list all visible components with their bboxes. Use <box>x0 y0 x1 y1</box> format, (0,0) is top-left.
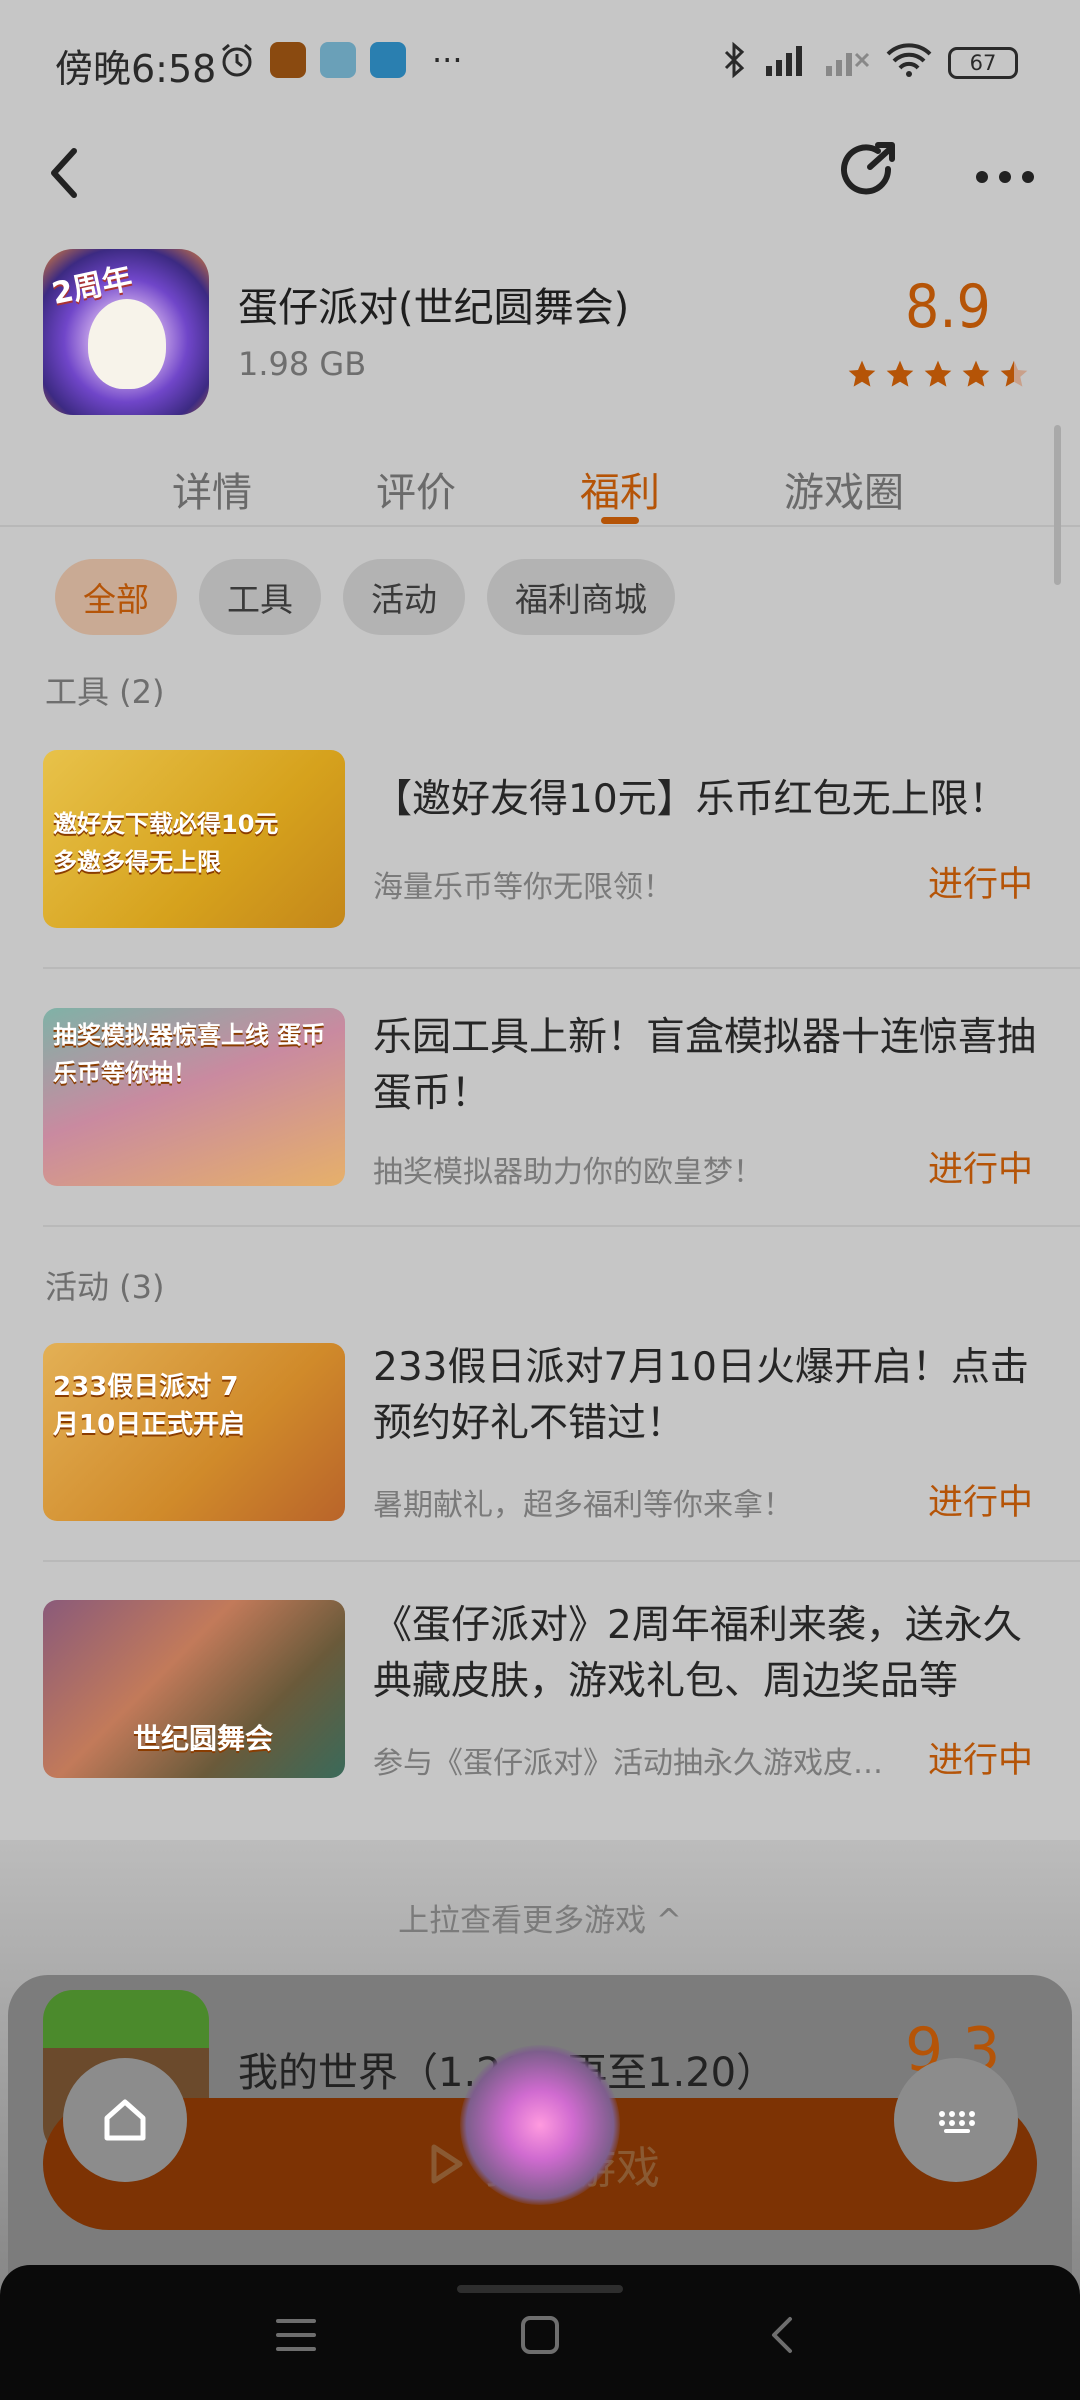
item-thumbnail: 世纪圆舞会 <box>43 1600 345 1778</box>
item-subtitle: 抽奖模拟器助力你的欧皇梦！ <box>373 1155 763 1190</box>
thumbnail-text: 世纪圆舞会 <box>133 1722 274 1755</box>
item-thumbnail: 邀好友下载必得10元 多邀多得无上限 <box>43 750 345 928</box>
chevron-left-icon <box>772 2317 792 2353</box>
cellular-signal-2-icon <box>822 40 872 80</box>
tab-game-circle[interactable]: 游戏圈 <box>784 460 904 518</box>
more-notifications-icon: ··· <box>432 41 463 79</box>
item-title: 【邀好友得10元】乐币红包无上限！ <box>373 777 1008 822</box>
rating-stars <box>846 358 1030 390</box>
list-item[interactable]: 邀好友下载必得10元 多邀多得无上限 【邀好友得10元】乐币红包无上限！ 海量乐… <box>0 740 1080 980</box>
chevron-left-icon <box>51 148 77 198</box>
app-score: 8.9 <box>905 272 991 342</box>
wifi-icon <box>884 40 934 80</box>
filter-benefit-mall[interactable]: 福利商城 <box>487 559 675 635</box>
list-item[interactable]: 世纪圆舞会 《蛋仔派对》2周年福利来袭，送永久典藏皮肤，游戏礼包、周边奖品等 参… <box>0 1590 1080 1830</box>
app-title: 蛋仔派对(世纪圆舞会) <box>238 285 630 331</box>
star-full-icon <box>962 360 990 387</box>
square-home-icon <box>521 2316 559 2354</box>
item-title: 233假日派对7月10日火爆开启！点击预约好礼不错过！ <box>373 1345 1029 1446</box>
status-badge: 进行中 <box>928 1741 1034 1781</box>
filter-tools[interactable]: 工具 <box>199 559 321 635</box>
status-bar: 傍晚6:58 ··· 67 <box>0 0 1080 125</box>
notification-app-icon-1 <box>270 40 306 80</box>
divider <box>43 1225 1080 1227</box>
list-item[interactable]: 233假日派对 7月10日正式开启 233假日派对7月10日火爆开启！点击预约好… <box>0 1335 1080 1575</box>
divider <box>43 1560 1080 1562</box>
section-title-events: 活动 (3) <box>45 1268 165 1306</box>
bluetooth-icon <box>720 40 750 80</box>
active-tab-indicator <box>601 517 639 524</box>
battery-indicator: 67 <box>948 47 1018 79</box>
filter-all[interactable]: 全部 <box>55 559 177 635</box>
egg-character-image <box>88 299 166 389</box>
menu-icon <box>276 2319 316 2351</box>
detail-tabs: 详情 评价 福利 游戏圈 <box>0 445 1080 525</box>
tabs-divider <box>0 525 1080 527</box>
status-badge: 进行中 <box>928 865 1034 905</box>
section-title-tools: 工具 (2) <box>45 673 165 711</box>
app-icon: 2周年 <box>43 249 209 415</box>
tab-reviews[interactable]: 评价 <box>376 460 456 518</box>
share-icon <box>841 142 895 195</box>
keyboard-float-button[interactable] <box>894 2058 1018 2182</box>
star-full-icon <box>886 360 914 387</box>
status-time: 傍晚6:58 <box>55 47 217 91</box>
divider <box>43 967 1080 969</box>
home-nav-button[interactable] <box>510 2305 570 2365</box>
home-icon <box>104 2099 146 2141</box>
star-full-icon <box>848 360 876 387</box>
thumbnail-text: 抽奖模拟器惊喜上线 蛋币乐币等你抽！ <box>53 1021 326 1087</box>
back-button[interactable] <box>38 137 98 209</box>
item-title: 《蛋仔派对》2周年福利来袭，送永久典藏皮肤，游戏礼包、周边奖品等 <box>373 1603 1022 1704</box>
alarm-icon <box>217 40 257 80</box>
voice-assistant-orb[interactable] <box>460 2045 620 2205</box>
item-subtitle: 参与《蛋仔派对》活动抽永久游戏皮… <box>373 1746 883 1781</box>
app-size: 1.98 GB <box>238 345 367 383</box>
tab-benefits[interactable]: 福利 <box>580 460 660 518</box>
more-horizontal-icon <box>976 171 1034 183</box>
status-badge: 进行中 <box>928 1483 1034 1523</box>
item-thumbnail: 抽奖模拟器惊喜上线 蛋币乐币等你抽！ <box>43 1008 345 1186</box>
keyboard-icon <box>939 2111 975 2133</box>
scrollbar[interactable] <box>1054 425 1061 585</box>
share-button[interactable] <box>836 131 906 211</box>
top-nav <box>0 125 1080 235</box>
tab-details[interactable]: 详情 <box>172 460 252 518</box>
status-badge: 进行中 <box>928 1150 1034 1190</box>
recent-apps-button[interactable] <box>266 2305 326 2365</box>
cellular-signal-icon <box>762 40 812 80</box>
app-detail-page: 傍晚6:58 ··· 67 2周年 蛋仔派对(世纪圆舞会) 1.98 GB 8.… <box>0 0 1080 2400</box>
filter-events[interactable]: 活动 <box>343 559 465 635</box>
thumbnail-text: 邀好友下载必得10元 多邀多得无上限 <box>53 810 279 876</box>
star-full-icon <box>924 360 952 387</box>
home-float-button[interactable] <box>63 2058 187 2182</box>
item-thumbnail: 233假日派对 7月10日正式开启 <box>43 1343 345 1521</box>
item-title: 乐园工具上新！盲盒模拟器十连惊喜抽蛋币！ <box>373 1015 1037 1116</box>
pull-up-hint[interactable]: 上拉查看更多游戏 ^ <box>0 1895 1080 1940</box>
gesture-handle <box>457 2285 623 2293</box>
notification-app-icon-3 <box>370 40 406 80</box>
star-half-icon <box>1000 360 1028 387</box>
more-options-button[interactable] <box>970 141 1040 201</box>
back-nav-button[interactable] <box>754 2305 814 2365</box>
item-subtitle: 暑期献礼，超多福利等你来拿！ <box>373 1488 793 1523</box>
notification-app-icon-2 <box>320 40 356 80</box>
thumbnail-text: 233假日派对 7月10日正式开启 <box>53 1372 246 1440</box>
item-subtitle: 海量乐币等你无限领！ <box>373 870 673 905</box>
list-item[interactable]: 抽奖模拟器惊喜上线 蛋币乐币等你抽！ 乐园工具上新！盲盒模拟器十连惊喜抽蛋币！ … <box>0 1000 1080 1240</box>
